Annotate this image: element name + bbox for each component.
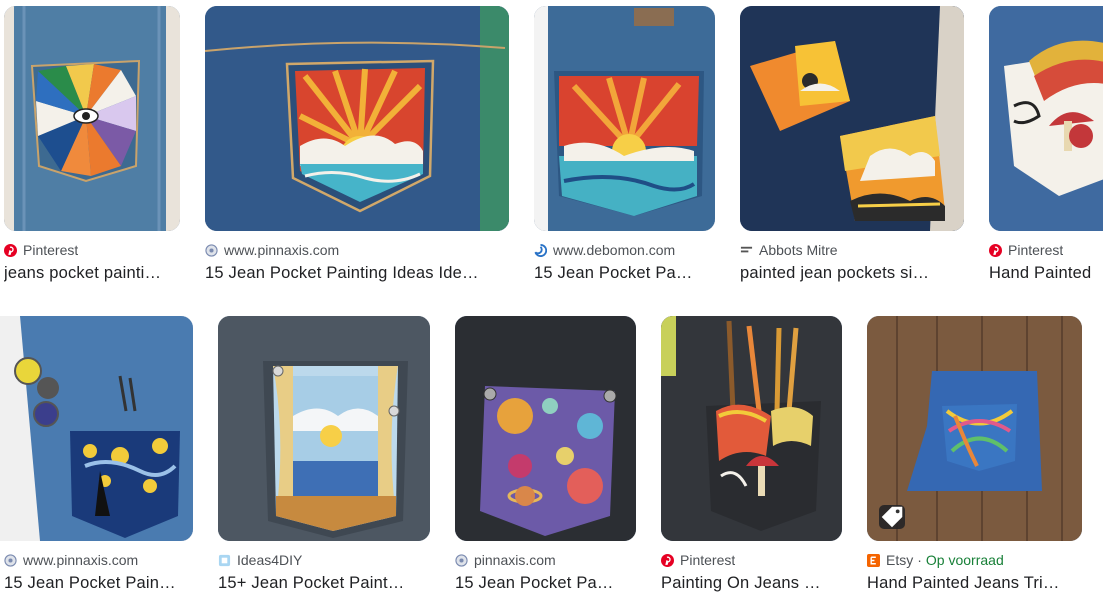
source-label: Pinterest bbox=[23, 242, 79, 258]
result-thumbnail[interactable] bbox=[4, 6, 180, 231]
result-title[interactable]: 15 Jean Pocket Pain… bbox=[4, 574, 193, 596]
result-source: www.debomon.com bbox=[534, 241, 675, 259]
source-separator: · bbox=[917, 552, 922, 568]
source-label: Etsy bbox=[886, 552, 914, 568]
ideas4diy-icon bbox=[218, 554, 231, 566]
source-label: Pinterest bbox=[680, 552, 736, 568]
result-thumbnail[interactable] bbox=[205, 6, 509, 231]
result-title[interactable]: Painting On Jeans … bbox=[661, 574, 842, 596]
source-label: www.pinnaxis.com bbox=[224, 242, 340, 258]
pinterest-icon bbox=[989, 243, 1002, 257]
result-card-8[interactable]: pinnaxis.com 15 Jean Pocket Pa… bbox=[455, 316, 636, 602]
result-card-4[interactable]: Abbots Mitre painted jean pockets si… bbox=[740, 6, 964, 292]
result-card-5[interactable]: Pinterest Hand Painted bbox=[989, 6, 1103, 292]
result-title[interactable]: 15 Jean Pocket Painting Ideas Ide… bbox=[205, 264, 509, 286]
stock-status: Op voorraad bbox=[925, 552, 1004, 568]
globe-icon bbox=[455, 553, 468, 567]
result-thumbnail[interactable] bbox=[218, 316, 430, 541]
pinterest-icon bbox=[661, 553, 674, 567]
result-source: Pinterest bbox=[661, 551, 735, 569]
result-card-10[interactable]: Etsy · Op voorraad Hand Painted Jeans Tr… bbox=[867, 316, 1082, 602]
result-card-1[interactable]: Pinterest jeans pocket painti… bbox=[4, 6, 180, 292]
result-source: www.pinnaxis.com bbox=[4, 551, 138, 569]
result-card-9[interactable]: Pinterest Painting On Jeans … bbox=[661, 316, 842, 602]
result-card-7[interactable]: Ideas4DIY 15+ Jean Pocket Paint… bbox=[218, 316, 430, 602]
result-source: Pinterest bbox=[989, 241, 1063, 259]
result-source: pinnaxis.com bbox=[455, 551, 556, 569]
result-title[interactable]: painted jean pockets si… bbox=[740, 264, 964, 286]
result-title[interactable]: 15 Jean Pocket Pa… bbox=[455, 574, 636, 596]
result-thumbnail[interactable] bbox=[534, 6, 715, 231]
pinterest-icon bbox=[4, 243, 17, 257]
source-label: Abbots Mitre bbox=[759, 242, 838, 258]
result-title[interactable]: jeans pocket painti… bbox=[4, 264, 180, 286]
shopping-tag-icon bbox=[879, 505, 905, 529]
result-card-2[interactable]: www.pinnaxis.com 15 Jean Pocket Painting… bbox=[205, 6, 509, 292]
result-source: www.pinnaxis.com bbox=[205, 241, 339, 259]
result-thumbnail[interactable] bbox=[661, 316, 842, 541]
swirl-icon bbox=[534, 243, 547, 257]
result-card-6[interactable]: www.pinnaxis.com 15 Jean Pocket Pain… bbox=[0, 316, 193, 602]
globe-icon bbox=[205, 243, 218, 257]
result-source: Pinterest bbox=[4, 241, 78, 259]
result-thumbnail[interactable] bbox=[867, 316, 1082, 541]
result-title[interactable]: Hand Painted bbox=[989, 264, 1103, 286]
globe-icon bbox=[4, 553, 17, 567]
result-thumbnail[interactable] bbox=[455, 316, 636, 541]
result-source: Ideas4DIY bbox=[218, 551, 302, 569]
source-label: www.debomon.com bbox=[553, 242, 676, 258]
result-card-3[interactable]: www.debomon.com 15 Jean Pocket Pa… bbox=[534, 6, 715, 292]
result-thumbnail[interactable] bbox=[740, 6, 964, 231]
source-label: Ideas4DIY bbox=[237, 552, 303, 568]
result-thumbnail[interactable] bbox=[989, 6, 1103, 231]
result-title[interactable]: 15+ Jean Pocket Paint… bbox=[218, 574, 430, 596]
source-label: Pinterest bbox=[1008, 242, 1064, 258]
result-title[interactable]: Hand Painted Jeans Tri… bbox=[867, 574, 1082, 596]
result-thumbnail[interactable] bbox=[0, 316, 193, 541]
lines-icon bbox=[740, 246, 753, 252]
result-source: Etsy · Op voorraad bbox=[867, 551, 1004, 569]
result-title[interactable]: 15 Jean Pocket Pa… bbox=[534, 264, 715, 286]
result-source: Abbots Mitre bbox=[740, 241, 838, 259]
etsy-icon bbox=[867, 553, 880, 567]
source-label: www.pinnaxis.com bbox=[23, 552, 139, 568]
source-label: pinnaxis.com bbox=[474, 552, 556, 568]
